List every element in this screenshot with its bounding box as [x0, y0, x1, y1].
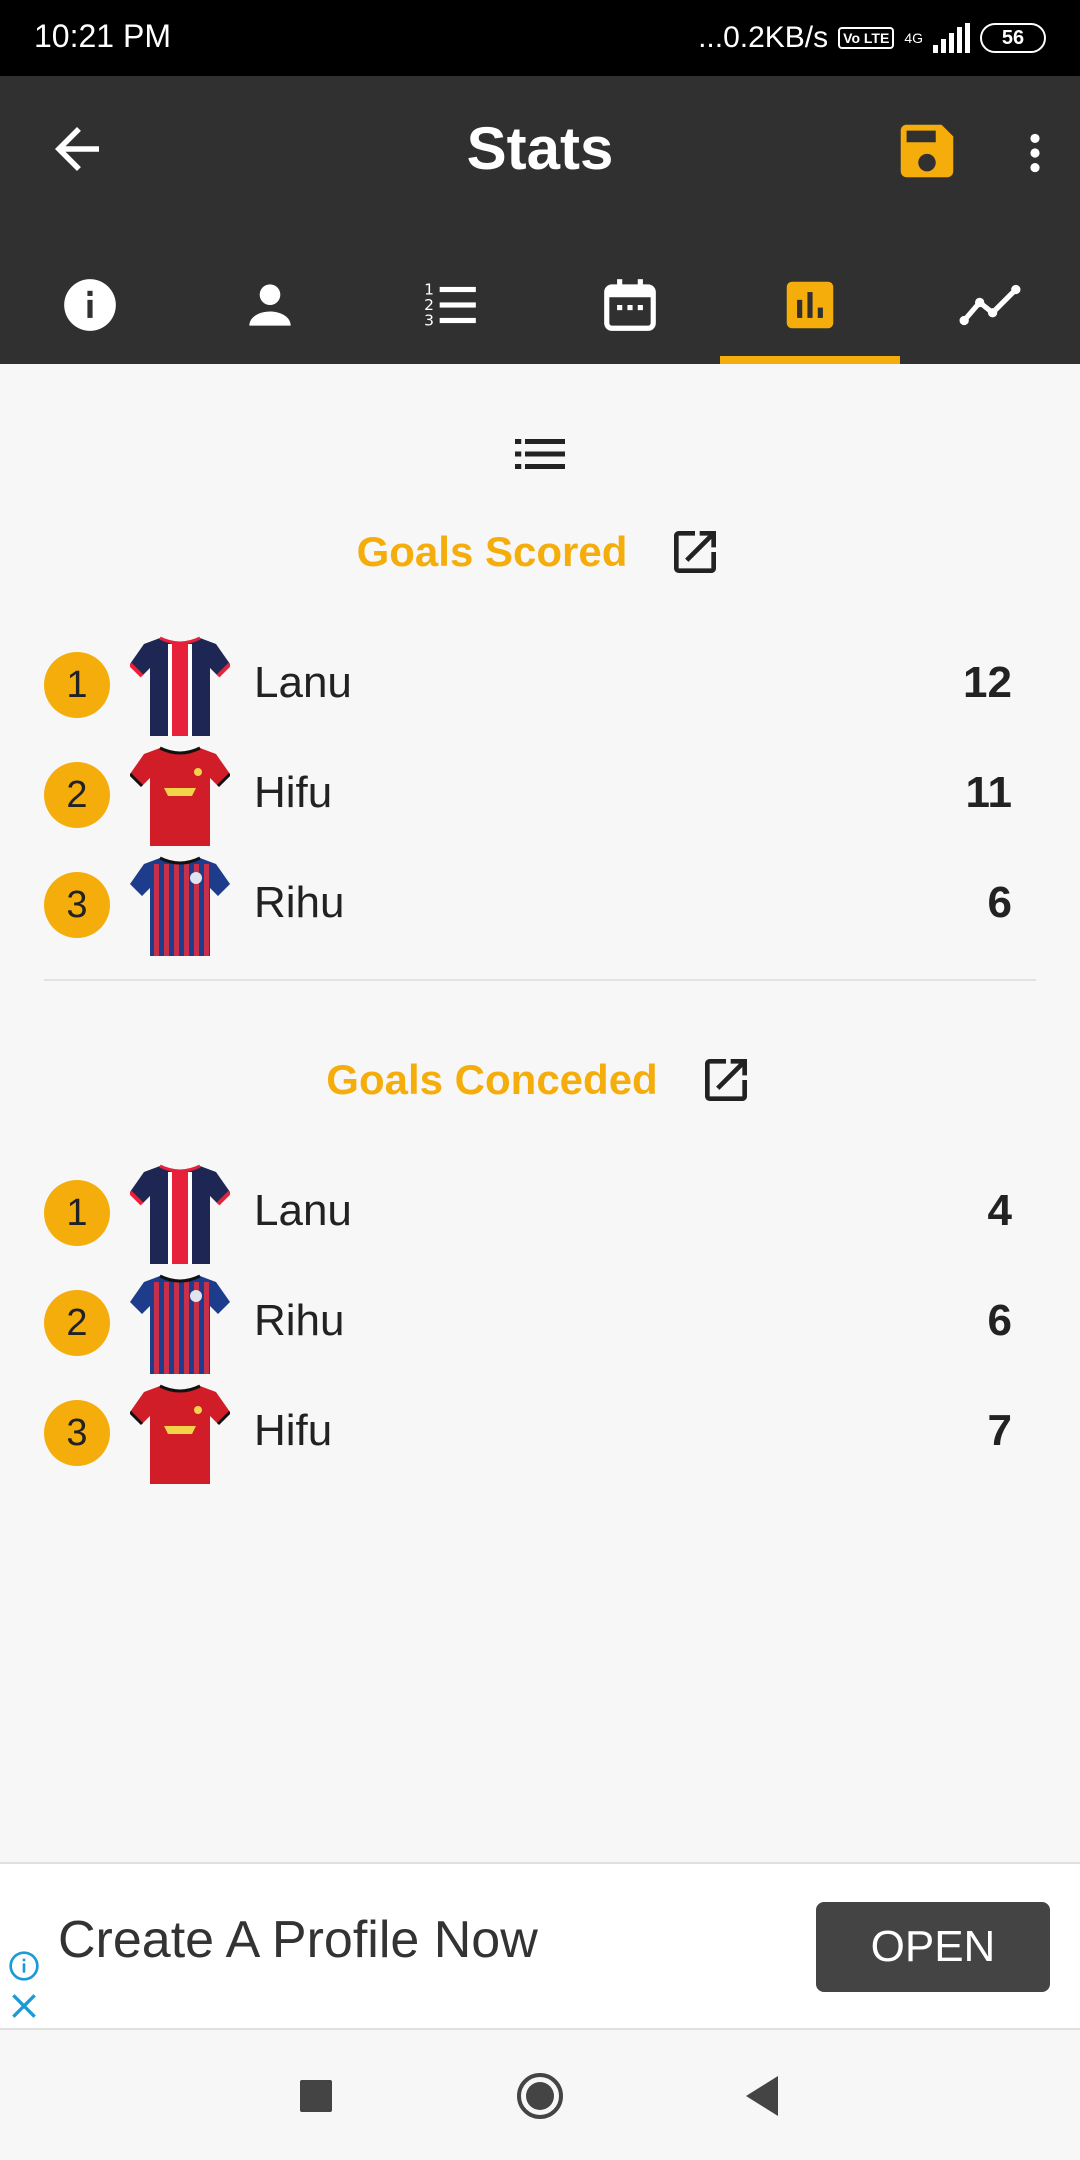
table-row[interactable]: 1 Lanu 12 [0, 630, 1080, 740]
jersey-icon [130, 854, 230, 958]
tab-trends[interactable] [900, 246, 1080, 364]
list-view-icon[interactable] [510, 424, 570, 484]
table-row[interactable]: 2 Rihu 6 [0, 1268, 1080, 1378]
jersey-icon [130, 1382, 230, 1486]
tab-stats[interactable] [720, 246, 900, 364]
table-row[interactable]: 3 Rihu 6 [0, 850, 1080, 960]
status-indicators: ...0.2KB/s Vo LTE 4G 56 [698, 16, 1046, 60]
info-icon [64, 279, 116, 331]
network-type: 4G [904, 30, 923, 46]
system-nav-bar [0, 2030, 1080, 2160]
person-icon [249, 284, 291, 326]
goals-scored-title: Goals Scored [356, 528, 628, 575]
save-icon[interactable] [892, 116, 962, 186]
player-name: Lanu [254, 1186, 352, 1235]
trend-line-icon [959, 284, 1021, 326]
numbered-list-icon: 1 2 3 [424, 281, 476, 330]
tab-info[interactable] [0, 246, 180, 364]
open-external-icon[interactable] [698, 1052, 754, 1108]
tab-ranking[interactable]: 1 2 3 [360, 246, 540, 364]
open-external-icon[interactable] [667, 524, 723, 580]
tab-calendar[interactable] [540, 246, 720, 364]
player-name: Rihu [254, 878, 345, 927]
ad-open-button[interactable]: OPEN [816, 1902, 1050, 1992]
rank-badge: 3 [44, 872, 110, 938]
player-name: Lanu [254, 658, 352, 707]
signal-icon [933, 23, 970, 53]
stat-value: 6 [987, 878, 1012, 927]
more-options-icon[interactable] [1010, 120, 1060, 186]
rank-badge: 1 [44, 652, 110, 718]
volte-icon: Vo LTE [838, 27, 895, 49]
nav-back-icon[interactable] [742, 2074, 782, 2118]
home-icon[interactable] [516, 2072, 564, 2120]
status-time: 10:21 PM [34, 18, 171, 54]
stat-value: 12 [963, 658, 1012, 707]
stats-content: Goals Scored 1 Lanu 12 2 Hifu 11 3 Rihu … [0, 364, 1080, 1862]
ad-close-icon[interactable] [8, 1990, 40, 2022]
ad-text[interactable]: Create A Profile Now [58, 1910, 538, 1970]
stat-value: 7 [987, 1406, 1012, 1455]
rank-badge: 2 [44, 1290, 110, 1356]
rank-badge: 1 [44, 1180, 110, 1246]
goals-conceded-header: Goals Conceded [0, 1052, 1080, 1108]
table-row[interactable]: 1 Lanu 4 [0, 1158, 1080, 1268]
player-name: Rihu [254, 1296, 345, 1345]
section-divider [44, 979, 1036, 981]
status-bar: 10:21 PM ...0.2KB/s Vo LTE 4G 56 [0, 0, 1080, 76]
svg-text:3: 3 [424, 312, 434, 330]
goals-scored-header: Goals Scored [0, 524, 1080, 580]
ad-banner[interactable]: Create A Profile Now OPEN [0, 1862, 1080, 2030]
table-row[interactable]: 3 Hifu 7 [0, 1378, 1080, 1488]
table-row[interactable]: 2 Hifu 11 [0, 740, 1080, 850]
jersey-icon [130, 1272, 230, 1376]
calendar-icon [604, 279, 656, 331]
jersey-icon [130, 1162, 230, 1266]
recents-icon[interactable] [300, 2080, 332, 2112]
network-speed: ...0.2KB/s [698, 21, 829, 54]
rank-badge: 3 [44, 1400, 110, 1466]
jersey-icon [130, 744, 230, 848]
stat-value: 6 [987, 1296, 1012, 1345]
ad-info-icon[interactable] [8, 1950, 40, 1982]
tab-player[interactable] [180, 246, 360, 364]
bar-chart-icon [786, 281, 834, 329]
stat-value: 11 [965, 768, 1012, 817]
app-bar: Stats 1 2 3 [0, 76, 1080, 364]
stat-value: 4 [987, 1186, 1012, 1235]
jersey-icon [130, 634, 230, 738]
battery-icon: 56 [980, 23, 1046, 53]
rank-badge: 2 [44, 762, 110, 828]
tab-bar: 1 2 3 [0, 246, 1080, 364]
player-name: Hifu [254, 768, 333, 817]
player-name: Hifu [254, 1406, 333, 1455]
goals-conceded-title: Goals Conceded [326, 1056, 658, 1103]
